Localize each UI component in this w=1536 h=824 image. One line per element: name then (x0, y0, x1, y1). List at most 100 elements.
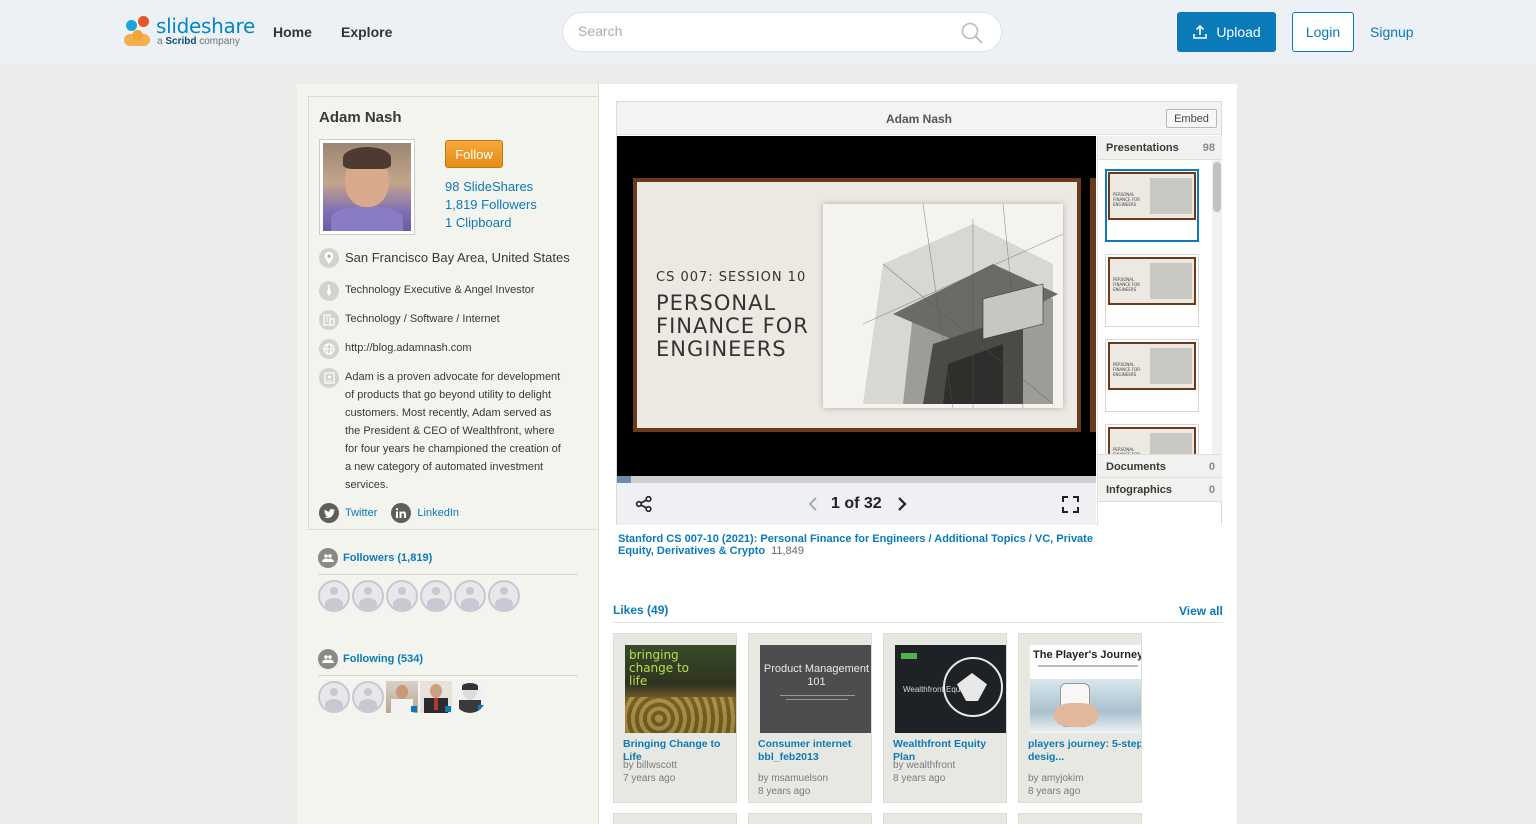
slideshare-logo[interactable]: slideshare a Scribd company (124, 14, 255, 50)
following-avatar[interactable] (386, 681, 418, 713)
likes-title[interactable]: Likes (49) (613, 603, 668, 617)
clipboards-count-link[interactable]: 1 Clipboard (445, 215, 512, 230)
divider (318, 675, 578, 676)
player-header: Adam Nash Embed (617, 102, 1221, 135)
group-icon (318, 649, 338, 669)
liked-card[interactable]: Wealthfront Equity Wealthfront Equity Pl… (883, 633, 1007, 803)
card-thumbnail: Product Management 101 (760, 645, 871, 733)
search-input[interactable] (578, 23, 948, 39)
previous-slide-icon[interactable] (805, 495, 821, 513)
current-slide: CS 007: SESSION 10 PERSONAL FINANCE FOR … (633, 178, 1081, 432)
follower-avatar[interactable] (420, 580, 452, 612)
upload-button[interactable]: Upload (1177, 12, 1276, 52)
linkedin-link[interactable]: LinkedIn (417, 507, 459, 519)
presentation-title-link[interactable]: Stanford CS 007-10 (2021): Personal Fina… (618, 533, 1093, 557)
slide-title: PERSONAL FINANCE FOR ENGINEERS (656, 291, 809, 361)
following-avatar[interactable] (318, 681, 350, 713)
liked-card[interactable]: bringing change to life Bringing Change … (613, 633, 737, 803)
liked-card[interactable] (883, 813, 1007, 824)
following-avatar[interactable] (352, 681, 384, 713)
logo-subtitle: a Scribd company (157, 36, 240, 47)
liked-card[interactable] (1018, 813, 1142, 824)
main-container: Adam Nash Follow 98 SlideShares 1,819 Fo… (297, 84, 1237, 824)
slide-thumbnail[interactable]: PERSONAL FINANCE FOR ENGINEERS (1105, 169, 1199, 242)
profile-avatar[interactable] (319, 139, 415, 235)
follower-avatar[interactable] (386, 580, 418, 612)
liked-card[interactable]: Product Management 101 Consumer internet… (748, 633, 872, 803)
follow-button[interactable]: Follow (445, 140, 503, 168)
globe-icon (319, 339, 339, 359)
card-author[interactable]: by msamuelson (758, 773, 828, 784)
tab-infographics[interactable]: Infographics 0 (1098, 478, 1222, 502)
slide-thumbnail[interactable]: PERSONAL FINANCE FOR ENGINEERS (1105, 254, 1199, 327)
view-all-link[interactable]: View all (1179, 604, 1223, 618)
tab-documents[interactable]: Documents 0 (1098, 454, 1222, 478)
following-avatars (318, 681, 486, 713)
twitter-icon[interactable] (319, 503, 339, 523)
card-title[interactable]: players journey: 5-step desig... (1028, 738, 1141, 764)
search-icon[interactable] (961, 22, 983, 44)
following-avatar[interactable] (420, 681, 452, 713)
follower-avatar[interactable] (318, 580, 350, 612)
card-date: 8 years ago (1028, 786, 1081, 797)
card-thumbnail: The Player's Journey (1030, 645, 1141, 733)
top-header: slideshare a Scribd company Home Explore… (0, 0, 1536, 64)
card-title[interactable]: Consumer internet bbl_feb2013 (758, 738, 871, 764)
follower-avatar[interactable] (488, 580, 520, 612)
card-thumbnail: bringing change to life (625, 645, 736, 733)
followers-section-title[interactable]: Followers (1,819) (318, 548, 432, 568)
follower-avatar[interactable] (352, 580, 384, 612)
slide-thumbnail[interactable]: PERSONAL FINANCE FOR ENGINEERS (1105, 339, 1199, 412)
card-author[interactable]: by wealthfront (893, 760, 955, 771)
card-author[interactable]: by amyjokim (1028, 773, 1084, 784)
next-slide-peek (1090, 178, 1096, 432)
followers-count-link[interactable]: 1,819 Followers (445, 197, 537, 212)
liked-card[interactable] (613, 813, 737, 824)
liked-card[interactable]: The Player's Journey players journey: 5-… (1018, 633, 1142, 803)
following-section-title[interactable]: Following (534) (318, 649, 423, 669)
presentation-player: Adam Nash Embed CS 007: SESSION 10 PERSO… (616, 101, 1222, 525)
slide-progress-bar[interactable] (617, 476, 1096, 483)
profile-sidebar: Adam Nash Follow 98 SlideShares 1,819 Fo… (297, 84, 599, 824)
logo-text: slideshare (156, 14, 255, 38)
view-count: 11,849 (771, 545, 804, 557)
slide-kicker: CS 007: SESSION 10 (656, 270, 807, 285)
share-icon[interactable] (635, 495, 653, 513)
profile-name: Adam Nash (319, 109, 402, 126)
player-title: Adam Nash (885, 112, 953, 126)
nav-explore[interactable]: Explore (341, 24, 392, 40)
linkedin-icon[interactable] (391, 503, 412, 523)
card-date: 7 years ago (623, 773, 676, 784)
signup-link[interactable]: Signup (1370, 24, 1414, 40)
slide-stage[interactable]: CS 007: SESSION 10 PERSONAL FINANCE FOR … (617, 136, 1096, 476)
progress-fill (617, 476, 632, 483)
slide-thumbnail[interactable]: PERSONAL FINANCE FOR ENGINEERS (1105, 424, 1199, 454)
about-text: Adam is a proven advocate for developmen… (345, 371, 561, 491)
twitter-link[interactable]: Twitter (345, 507, 377, 519)
following-title-text: Following (534) (343, 653, 424, 665)
location-text: San Francisco Bay Area, United States (345, 250, 570, 265)
slideshares-count-link[interactable]: 98 SlideShares (445, 179, 533, 194)
nav-home[interactable]: Home (273, 24, 312, 40)
architecture-sketch-image (823, 203, 1064, 409)
liked-card[interactable] (748, 813, 872, 824)
profile-card: Adam Nash Follow 98 SlideShares 1,819 Fo… (308, 96, 599, 530)
website-link[interactable]: http://blog.adamnash.com (345, 339, 472, 357)
login-button[interactable]: Login (1292, 12, 1354, 52)
occupation-row: Technology Executive & Angel Investor (319, 281, 535, 301)
card-date: 8 years ago (893, 773, 946, 784)
website-row: http://blog.adamnash.com (319, 339, 472, 359)
card-author[interactable]: by billwscott (623, 760, 677, 771)
fullscreen-icon[interactable] (1061, 495, 1079, 513)
slideshare-logo-icon (124, 16, 152, 46)
thumbnails-scrollbar[interactable] (1212, 160, 1222, 454)
tab-presentations[interactable]: Presentations 98 (1098, 136, 1222, 160)
upload-label: Upload (1216, 24, 1261, 40)
followers-avatars (318, 580, 520, 612)
slide-page-counter: 1 of 32 (831, 495, 882, 512)
social-row: Twitter LinkedIn (319, 503, 459, 523)
embed-button[interactable]: Embed (1166, 109, 1217, 128)
follower-avatar[interactable] (454, 580, 486, 612)
following-avatar[interactable] (454, 681, 486, 713)
next-slide-icon[interactable] (894, 495, 910, 513)
